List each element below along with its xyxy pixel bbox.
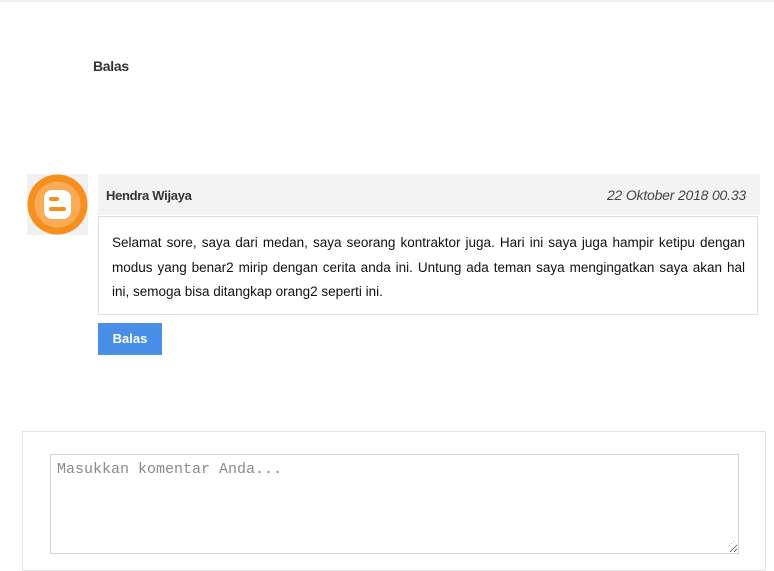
resize-grip-icon[interactable]: ⋰ <box>728 541 736 549</box>
comment-body: Selamat sore, saya dari medan, saya seor… <box>98 216 758 315</box>
reply-button[interactable]: Balas <box>98 323 162 355</box>
avatar <box>27 174 88 235</box>
blogger-icon <box>27 174 88 235</box>
top-divider <box>0 0 774 2</box>
comment-header: Hendra Wijaya 22 Oktober 2018 00.33 <box>98 174 760 215</box>
reply-link[interactable]: Balas <box>93 58 129 74</box>
comment-author: Hendra Wijaya <box>106 188 192 203</box>
comment-input[interactable] <box>50 454 739 554</box>
comment-form: ⋰ <box>22 431 766 571</box>
comment-timestamp[interactable]: 22 Oktober 2018 00.33 <box>607 187 746 203</box>
comment-text: Selamat sore, saya dari medan, saya seor… <box>112 235 745 299</box>
